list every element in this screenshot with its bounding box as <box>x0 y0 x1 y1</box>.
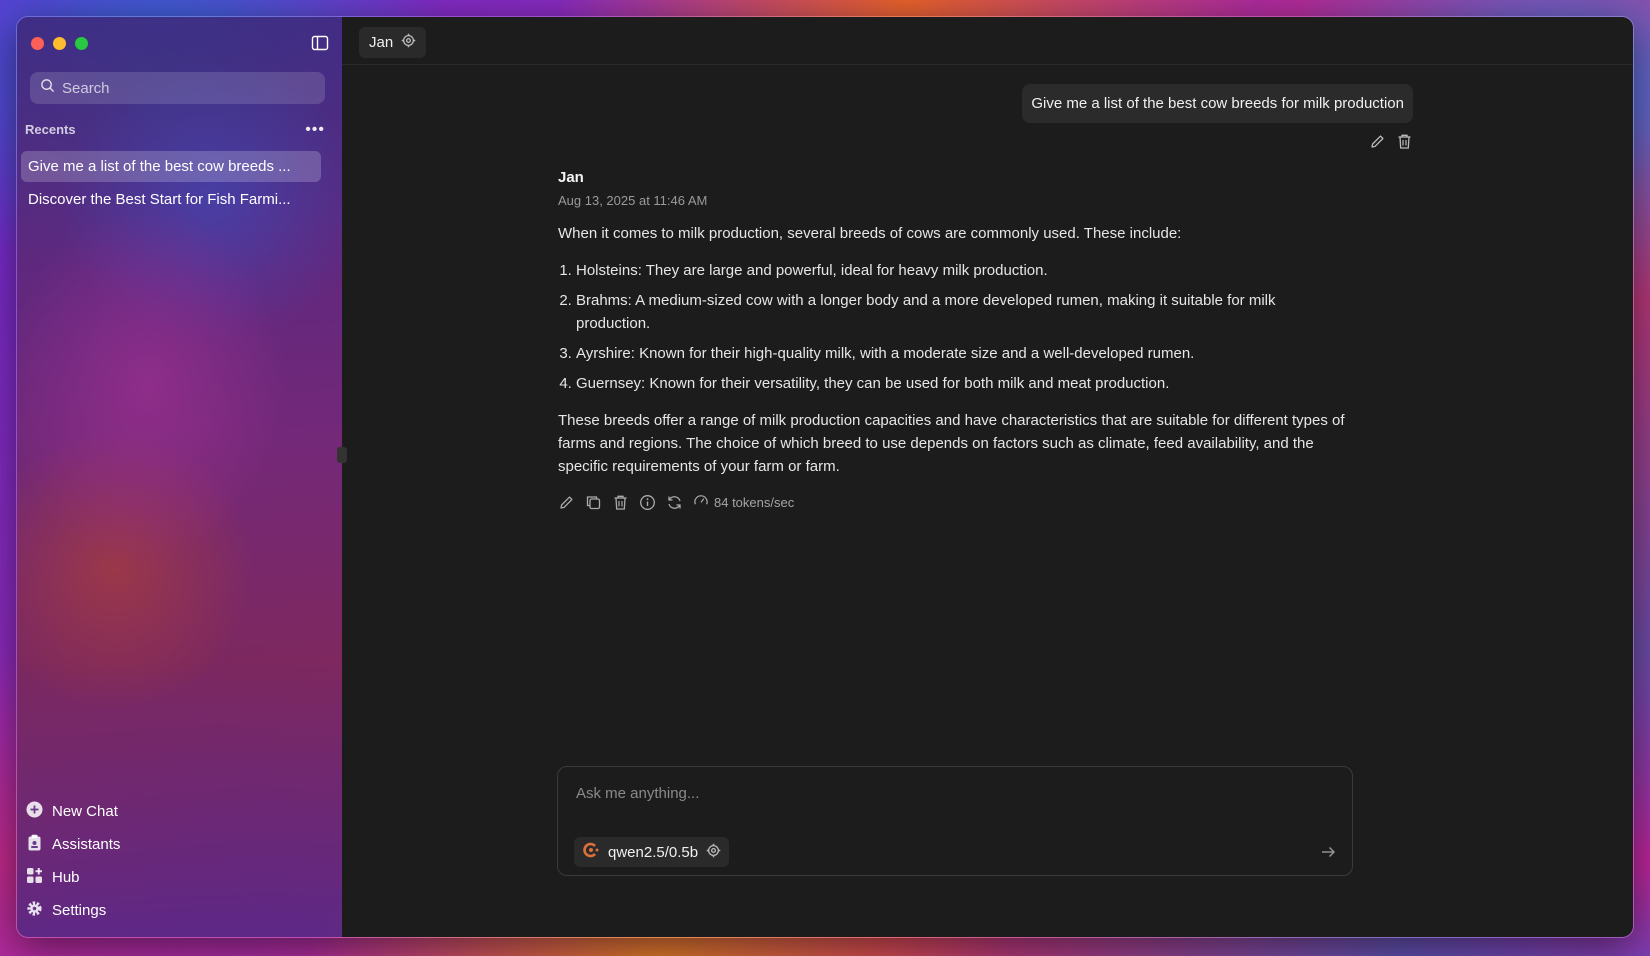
model-settings-gear-icon[interactable] <box>706 843 721 862</box>
nav-new-chat[interactable]: New Chat <box>26 795 120 828</box>
breed-list: Holsteins: They are large and powerful, … <box>576 259 1353 395</box>
recents-label: Recents <box>25 122 76 137</box>
assistant-reply: Jan Aug 13, 2025 at 11:46 AM When it com… <box>558 169 1353 512</box>
window-controls <box>31 37 88 50</box>
reply-actions: 84 tokens/sec <box>558 493 1353 512</box>
chat-header: Jan <box>342 17 1633 65</box>
search-input[interactable] <box>62 79 302 97</box>
assistant-name: Jan <box>369 34 394 51</box>
recents-more-button[interactable]: ••• <box>305 121 325 137</box>
minimize-window-button[interactable] <box>53 37 66 50</box>
message-composer: qwen2.5/0.5b <box>557 766 1353 876</box>
recent-chat-item[interactable]: Discover the Best Start for Fish Farmi..… <box>21 184 321 215</box>
gear-icon <box>26 900 43 921</box>
nav-label: Assistants <box>52 836 121 853</box>
list-item: Ayrshire: Known for their high-quality m… <box>576 342 1353 365</box>
nav-assistants[interactable]: Assistants <box>26 828 120 861</box>
send-arrow-icon[interactable] <box>1320 844 1336 860</box>
clipboard-icon <box>26 834 43 855</box>
nav-label: New Chat <box>52 803 118 820</box>
token-speed-label: 84 tokens/sec <box>714 495 795 510</box>
user-message-actions <box>1369 133 1413 150</box>
gauge-icon <box>693 493 709 512</box>
edit-pencil-icon[interactable] <box>558 494 575 511</box>
reply-timestamp: Aug 13, 2025 at 11:46 AM <box>558 193 708 208</box>
token-speed: 84 tokens/sec <box>693 493 794 512</box>
maximize-window-button[interactable] <box>75 37 88 50</box>
nav-label: Settings <box>52 902 107 919</box>
reply-author: Jan <box>558 169 584 186</box>
list-item: Guernsey: Known for their versatility, t… <box>576 372 1353 395</box>
delete-trash-icon[interactable] <box>1396 133 1413 150</box>
model-name: qwen2.5/0.5b <box>608 843 699 861</box>
sidebar-nav: New Chat Assistants Hub Settings <box>26 795 120 927</box>
recents-header: Recents ••• <box>25 121 325 137</box>
settings-gear-icon[interactable] <box>401 33 416 52</box>
user-message-bubble: Give me a list of the best cow breeds fo… <box>1022 84 1413 123</box>
message-input[interactable] <box>576 785 1316 809</box>
info-icon[interactable] <box>639 494 656 511</box>
sidebar-toggle-icon[interactable] <box>311 34 329 52</box>
close-window-button[interactable] <box>31 37 44 50</box>
delete-trash-icon[interactable] <box>612 494 629 511</box>
recent-chat-item[interactable]: Give me a list of the best cow breeds ..… <box>21 151 321 182</box>
assistant-selector[interactable]: Jan <box>359 27 427 58</box>
nav-settings[interactable]: Settings <box>26 894 120 927</box>
list-item: Holsteins: They are large and powerful, … <box>576 259 1353 282</box>
regenerate-icon[interactable] <box>666 494 683 511</box>
plus-circle-icon <box>26 801 43 822</box>
sidebar: Recents ••• Give me a list of the best c… <box>17 17 342 937</box>
reply-outro: These breeds offer a range of milk produ… <box>558 412 1345 475</box>
reply-body: When it comes to milk production, severa… <box>558 222 1353 478</box>
grid-plus-icon <box>26 867 43 888</box>
nav-hub[interactable]: Hub <box>26 861 120 894</box>
sidebar-resize-handle[interactable] <box>337 447 347 463</box>
nav-label: Hub <box>52 869 80 886</box>
edit-pencil-icon[interactable] <box>1369 133 1386 150</box>
copy-icon[interactable] <box>585 494 602 511</box>
chat-panel: Jan Give me a list of the best cow breed… <box>337 17 1633 937</box>
search-icon <box>40 78 55 98</box>
app-window: Recents ••• Give me a list of the best c… <box>16 16 1634 938</box>
reply-intro: When it comes to milk production, severa… <box>558 225 1182 242</box>
list-item: Brahms: A medium-sized cow with a longer… <box>576 289 1353 335</box>
model-selector[interactable]: qwen2.5/0.5b <box>574 837 730 867</box>
model-logo-icon <box>582 841 600 863</box>
search-box[interactable] <box>30 72 325 104</box>
